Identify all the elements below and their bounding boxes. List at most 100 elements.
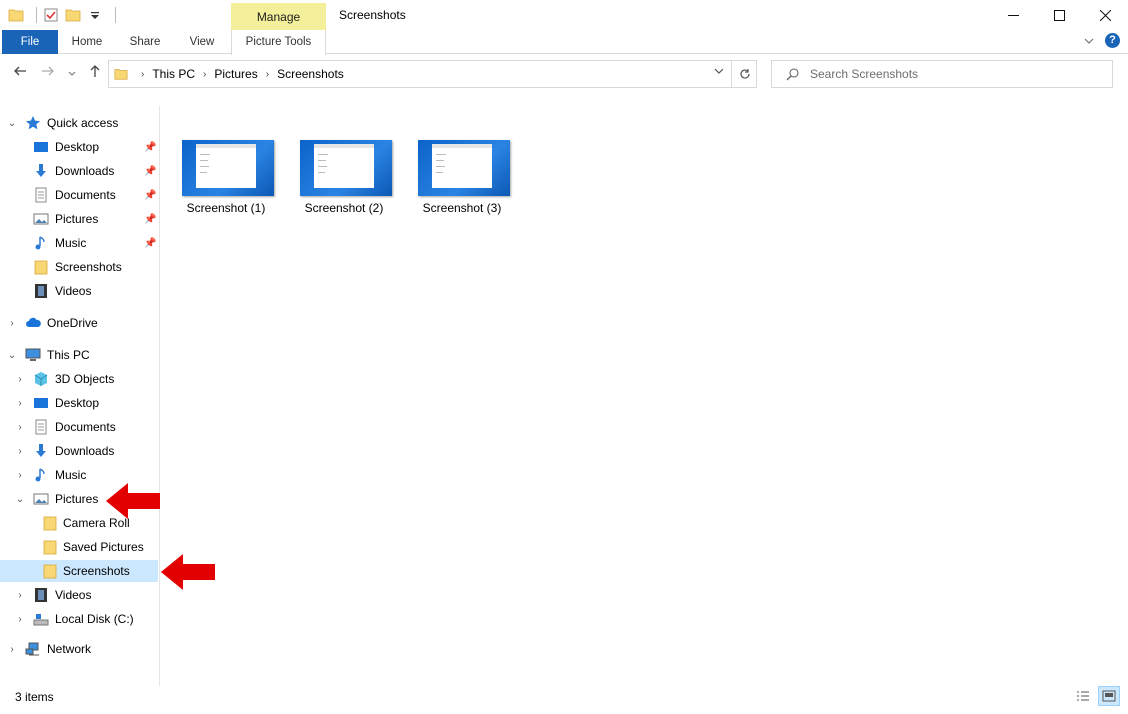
- nav-label: Pictures: [55, 212, 99, 226]
- pictures-icon: [33, 213, 49, 225]
- close-button[interactable]: [1082, 0, 1128, 30]
- tab-share[interactable]: Share: [116, 30, 174, 54]
- up-button[interactable]: [85, 63, 105, 85]
- chevron-down-icon[interactable]: ⌄: [6, 350, 18, 361]
- nav-pictures-screenshots[interactable]: Screenshots: [0, 560, 158, 582]
- pin-icon[interactable]: 📌: [144, 142, 156, 153]
- file-name: Screenshot (3): [422, 201, 502, 215]
- pin-icon[interactable]: 📌: [144, 166, 156, 177]
- nav-label: Music: [55, 236, 87, 250]
- download-icon: [36, 164, 46, 177]
- nav-pictures-saved-pictures[interactable]: Saved Pictures: [0, 536, 158, 558]
- chevron-right-icon[interactable]: ›: [14, 422, 26, 433]
- tab-view[interactable]: View: [174, 30, 230, 54]
- chevron-right-icon[interactable]: ›: [14, 614, 26, 625]
- minimize-icon: [1007, 14, 1019, 16]
- nav-pc-local-disk[interactable]: › Local Disk (C:): [0, 608, 158, 630]
- thumbnail-line: [200, 154, 210, 155]
- nav-quick-desktop[interactable]: Desktop 📌: [0, 136, 158, 158]
- nav-quick-screenshots[interactable]: Screenshots: [0, 256, 158, 278]
- pin-icon[interactable]: 📌: [144, 214, 156, 225]
- star-icon: [25, 116, 41, 130]
- nav-network[interactable]: › Network: [0, 638, 158, 660]
- chevron-down-icon[interactable]: ⌄: [14, 494, 26, 505]
- up-arrow-icon: [90, 65, 100, 77]
- folder-icon: [114, 69, 128, 80]
- nav-quick-videos[interactable]: Videos: [0, 280, 158, 302]
- recent-locations-button[interactable]: [62, 63, 82, 85]
- chevron-right-icon[interactable]: ›: [14, 374, 26, 385]
- nav-quick-documents[interactable]: Documents 📌: [0, 184, 158, 206]
- chevron-right-icon[interactable]: ›: [14, 446, 26, 457]
- address-bar[interactable]: › This PC › Pictures › Screenshots: [108, 60, 757, 88]
- document-icon: [35, 187, 47, 203]
- details-view-button[interactable]: [1072, 686, 1094, 706]
- thumbnail-line: [436, 166, 445, 167]
- breadcrumb-screenshots[interactable]: Screenshots: [277, 67, 344, 81]
- computer-icon: [25, 348, 41, 361]
- folder-icon: [43, 564, 57, 579]
- nav-onedrive[interactable]: › OneDrive: [0, 312, 158, 334]
- tab-home[interactable]: Home: [58, 30, 116, 54]
- tab-file[interactable]: File: [2, 30, 58, 54]
- breadcrumb-pictures[interactable]: Pictures: [214, 67, 257, 81]
- nav-quick-pictures[interactable]: Pictures 📌: [0, 208, 158, 230]
- nav-label: Saved Pictures: [63, 540, 144, 554]
- maximize-button[interactable]: [1036, 0, 1082, 30]
- window-controls: [990, 0, 1128, 30]
- thumbnail-image: [182, 140, 274, 196]
- chevron-down-icon[interactable]: ⌄: [6, 118, 18, 129]
- file-name: Screenshot (2): [304, 201, 384, 215]
- folder-icon: [43, 540, 57, 555]
- nav-quick-downloads[interactable]: Downloads 📌: [0, 160, 158, 182]
- tab-manage[interactable]: Manage: [231, 3, 326, 31]
- address-dropdown-button[interactable]: [707, 61, 731, 87]
- expand-ribbon-icon[interactable]: [1083, 35, 1095, 47]
- forward-button[interactable]: [38, 63, 58, 85]
- nav-pc-documents[interactable]: › Documents: [0, 416, 158, 438]
- chevron-right-icon[interactable]: ›: [266, 69, 269, 80]
- ribbon-right-controls: ?: [1083, 33, 1120, 48]
- nav-this-pc[interactable]: ⌄ This PC: [0, 344, 158, 366]
- pin-icon[interactable]: 📌: [144, 190, 156, 201]
- thumbnail-titlebar: [314, 144, 374, 148]
- thumbnail-titlebar: [432, 144, 492, 148]
- nav-pc-3d-objects[interactable]: › 3D Objects: [0, 368, 158, 390]
- folder-icon: [34, 260, 48, 275]
- thumbnail-image: [300, 140, 392, 196]
- search-input[interactable]: [810, 65, 1100, 83]
- toolbar-divider: [36, 7, 37, 23]
- chevron-right-icon[interactable]: ›: [203, 69, 206, 80]
- back-button[interactable]: [10, 63, 30, 85]
- nav-pc-downloads[interactable]: › Downloads: [0, 440, 158, 462]
- chevron-right-icon[interactable]: ›: [14, 590, 26, 601]
- thumbnail-window: [432, 144, 492, 188]
- new-folder-icon[interactable]: [65, 7, 81, 23]
- nav-pc-videos[interactable]: › Videos: [0, 584, 158, 606]
- minimize-button[interactable]: [990, 0, 1036, 30]
- properties-icon[interactable]: [43, 7, 59, 23]
- search-box[interactable]: [771, 60, 1113, 88]
- nav-label: Documents: [55, 188, 116, 202]
- folder-icon[interactable]: [8, 7, 24, 23]
- customize-toolbar-icon[interactable]: [87, 7, 103, 23]
- large-icons-view-button[interactable]: [1098, 686, 1120, 706]
- breadcrumb-this-pc[interactable]: This PC: [152, 67, 195, 81]
- thumbnail-titlebar: [196, 144, 256, 148]
- thumbnail-window: [196, 144, 256, 188]
- chevron-right-icon[interactable]: ›: [6, 644, 18, 655]
- nav-label: Documents: [55, 420, 116, 434]
- pin-icon[interactable]: 📌: [144, 238, 156, 249]
- chevron-right-icon[interactable]: ›: [14, 398, 26, 409]
- refresh-button[interactable]: [731, 61, 757, 87]
- chevron-right-icon[interactable]: ›: [6, 318, 18, 329]
- nav-pc-desktop[interactable]: › Desktop: [0, 392, 158, 414]
- help-button[interactable]: ?: [1105, 33, 1120, 48]
- thumbnail-line: [436, 160, 444, 161]
- nav-label: Network: [47, 642, 92, 656]
- chevron-right-icon[interactable]: ›: [14, 470, 26, 481]
- tab-picture-tools[interactable]: Picture Tools: [231, 30, 326, 55]
- nav-quick-access[interactable]: ⌄ Quick access: [0, 112, 158, 134]
- nav-quick-music[interactable]: Music 📌: [0, 232, 158, 254]
- red-arrow-icon: [106, 483, 160, 519]
